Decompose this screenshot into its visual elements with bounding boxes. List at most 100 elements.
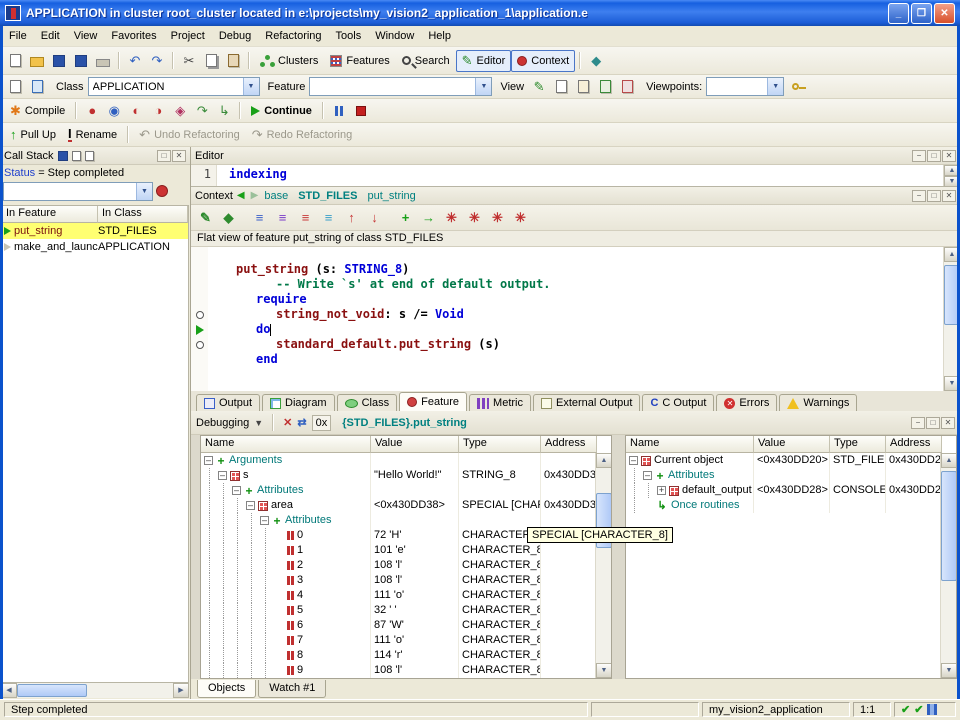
scroll-thumb[interactable] [941, 471, 957, 581]
ancestors-icon[interactable]: ↑ [341, 207, 362, 228]
melt-icon[interactable]: ● [81, 100, 103, 122]
stop-icon[interactable] [350, 100, 372, 122]
expander-minus-icon[interactable]: – [629, 456, 638, 465]
table-vscrollbar[interactable]: ▲▼ [595, 453, 611, 678]
class-combo-arrow[interactable]: ▼ [243, 78, 259, 95]
minimize-button[interactable]: _ [888, 3, 909, 24]
code-gutter[interactable] [191, 247, 208, 391]
object-tree-row[interactable]: –Current object<0x430DD20>STD_FILES0x430… [626, 453, 956, 468]
tab-c-output[interactable]: CC Output [642, 394, 714, 411]
code-lines[interactable]: put_string (s: STRING_8)-- Write `s' at … [208, 247, 943, 391]
class-combo[interactable]: APPLICATION ▼ [88, 77, 260, 96]
system-info-icon[interactable]: ◆ [585, 50, 607, 72]
column-header-value[interactable]: Value [754, 436, 830, 453]
clusters-button[interactable]: Clusters [254, 50, 324, 72]
object-tree-row[interactable]: –+Arguments [201, 453, 611, 468]
view-new-tab-icon[interactable] [550, 76, 572, 98]
editor-restore-icon[interactable]: □ [927, 150, 941, 162]
history-forward-icon[interactable]: ▶ [251, 190, 261, 201]
features-button[interactable]: Features [324, 50, 395, 72]
expander-minus-icon[interactable]: – [204, 456, 213, 465]
panel-restore-icon[interactable]: □ [157, 150, 171, 162]
continue-button[interactable]: Continue [245, 100, 318, 122]
context-minimize-icon[interactable]: − [912, 190, 926, 202]
close-button[interactable]: ✕ [934, 3, 955, 24]
menu-item-favorites[interactable]: Favorites [104, 28, 163, 44]
attributes-icon[interactable]: + [395, 207, 416, 228]
breakpoint-slot-icon[interactable] [196, 341, 204, 349]
redo-icon[interactable]: ↷ [146, 50, 168, 72]
menu-item-file[interactable]: File [2, 28, 34, 44]
object-tree-row[interactable]: –+Attributes [201, 513, 611, 528]
context-crumb[interactable]: put_string [367, 190, 415, 202]
editable-view-icon[interactable]: ✎ [195, 207, 216, 228]
column-header-type[interactable]: Type [459, 436, 541, 453]
editor-scrollbar[interactable]: ▲ ▼ [943, 165, 960, 186]
open-project-icon[interactable] [26, 50, 48, 72]
object-tree-row[interactable]: +default_output<0x430DD28>CONSOLE0x430DD… [626, 483, 956, 498]
hex-toggle[interactable]: 0x [312, 415, 332, 431]
object-tree-row[interactable]: –s"Hello World!"STRING_80x430DD30 [201, 468, 611, 483]
tab-feature[interactable]: Feature [399, 392, 467, 411]
key-icon[interactable] [784, 76, 806, 98]
menu-item-window[interactable]: Window [368, 28, 421, 44]
save-stack-icon[interactable] [58, 151, 68, 161]
viewpoints-combo[interactable]: ▼ [706, 77, 784, 96]
call-stack-hscrollbar[interactable]: ◀ ▶ [1, 683, 189, 698]
tab-class[interactable]: Class [337, 394, 398, 411]
tab-metric[interactable]: Metric [469, 394, 531, 411]
context-crumb[interactable]: base [264, 190, 288, 202]
tab-diagram[interactable]: Diagram [262, 394, 335, 411]
breakpoint-slot-icon[interactable] [196, 311, 204, 319]
code-line[interactable]: end [208, 352, 943, 367]
context-restore-icon[interactable]: □ [927, 190, 941, 202]
scroll-down-icon[interactable]: ▼ [944, 376, 960, 391]
view-editor-icon[interactable]: ✎ [528, 76, 550, 98]
pick-and-drop-icon[interactable]: ◆ [218, 207, 239, 228]
view-open-file-icon[interactable] [594, 76, 616, 98]
paste-icon[interactable] [222, 50, 244, 72]
history-back-icon[interactable]: ◀ [237, 190, 247, 201]
clickable-view-icon[interactable]: ≡ [272, 207, 293, 228]
code-line[interactable]: string_not_void: s /= Void [208, 307, 943, 322]
debug-minimize-icon[interactable]: − [911, 417, 925, 429]
callees-icon[interactable]: ✳ [464, 207, 485, 228]
code-line[interactable]: -- Write `s' at end of default output. [208, 277, 943, 292]
column-header-in-feature[interactable]: In Feature [2, 206, 98, 223]
code-line[interactable] [208, 247, 943, 262]
exchange-icon[interactable]: ⇄ [297, 416, 306, 429]
object-tree-row[interactable]: 3108 'l'CHARACTER_8 [201, 573, 611, 588]
object-tree-row[interactable]: 8114 'r'CHARACTER_8 [201, 648, 611, 663]
contract-view-icon[interactable]: ≡ [295, 207, 316, 228]
object-tree-row[interactable]: 532 ' 'CHARACTER_8 [201, 603, 611, 618]
stack-depth-icon[interactable] [156, 185, 168, 197]
code-line[interactable]: do [208, 322, 943, 337]
scroll-left-icon[interactable]: ◀ [1, 683, 17, 698]
step-into-icon[interactable]: ↳ [213, 100, 235, 122]
scroll-up-icon[interactable]: ▲ [944, 247, 960, 262]
column-header-value[interactable]: Value [371, 436, 459, 453]
object-tree-row[interactable]: 687 'W'CHARACTER_8 [201, 618, 611, 633]
rename-button[interactable]: I Rename [62, 124, 123, 146]
editor-minimize-icon[interactable]: − [912, 150, 926, 162]
editor-line-text[interactable]: indexing [217, 165, 943, 186]
debug-run-icon[interactable]: ◈ [169, 100, 191, 122]
close-debug-icon[interactable]: ✕ [283, 416, 292, 429]
object-tree-row[interactable]: 7111 'o'CHARACTER_8 [201, 633, 611, 648]
routines-icon[interactable]: → [418, 207, 439, 228]
feature-code-view[interactable]: put_string (s: STRING_8)-- Write `s' at … [191, 247, 960, 391]
editor-toggle-button[interactable]: ✎ Editor [456, 50, 512, 72]
finalize-icon[interactable]: ◐ [125, 100, 147, 122]
freeze-icon[interactable]: ◉ [103, 100, 125, 122]
view-raw-text-icon[interactable] [572, 76, 594, 98]
object-tree-row[interactable]: –+Attributes [626, 468, 956, 483]
flat-view-icon[interactable]: ≡ [249, 207, 270, 228]
object-tree-row[interactable]: 1101 'e'CHARACTER_8 [201, 543, 611, 558]
table-vscrollbar[interactable]: ▲▼ [940, 453, 956, 678]
column-header-name[interactable]: Name [201, 436, 371, 453]
pause-icon[interactable] [328, 100, 350, 122]
object-tree-row[interactable]: –area<0x430DD38>SPECIAL [CHARA...0x430DD… [201, 498, 611, 513]
menu-item-refactoring[interactable]: Refactoring [258, 28, 328, 44]
feature-combo[interactable]: ▼ [309, 77, 492, 96]
chevron-down-icon[interactable]: ▼ [254, 418, 263, 428]
